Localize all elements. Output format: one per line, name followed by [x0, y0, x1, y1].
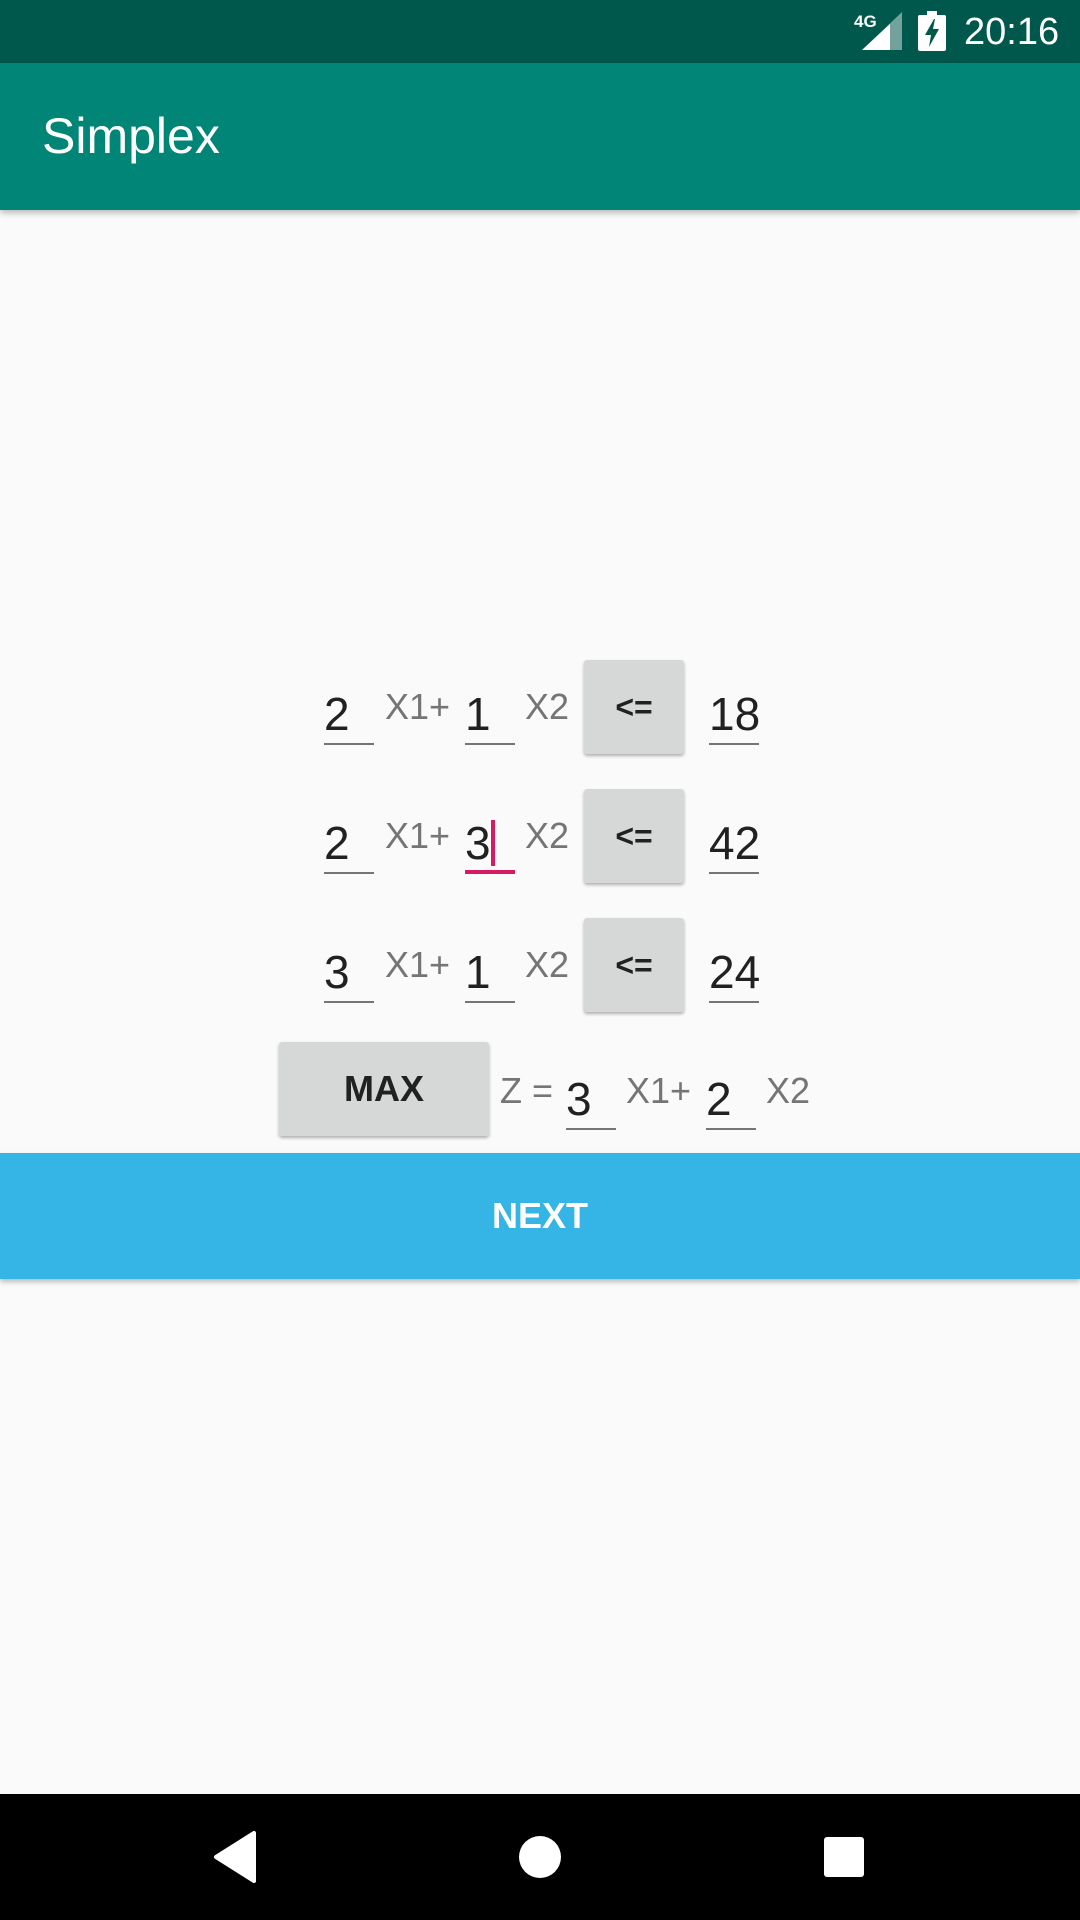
- status-bar: 4G 20:16: [0, 0, 1080, 63]
- objective-z-label: Z =: [500, 1070, 554, 1111]
- navigation-bar: [0, 1794, 1080, 1920]
- objective-coef-x2-input[interactable]: 2: [706, 1068, 756, 1130]
- constraint-1-coef-x1-input[interactable]: 2: [324, 683, 374, 745]
- constraint-3-operator-button[interactable]: <=: [584, 918, 684, 1012]
- text-cursor: [491, 820, 495, 866]
- constraint-2-coef-x1-value: 2: [324, 817, 350, 869]
- constraint-3-coef-x2-input[interactable]: 1: [465, 941, 515, 1003]
- next-button[interactable]: NEXT: [0, 1153, 1080, 1279]
- signal-icon: [862, 12, 902, 50]
- constraint-3-x1-label: X1+: [385, 944, 451, 985]
- constraint-1-coef-x1-value: 2: [324, 688, 350, 740]
- status-time: 20:16: [964, 11, 1060, 53]
- objective-coef-x2-value: 2: [706, 1073, 732, 1125]
- constraint-2-x2-label: X2: [525, 815, 570, 856]
- app-title: Simplex: [42, 108, 220, 164]
- constraint-3-x2-label: X2: [525, 944, 570, 985]
- constraint-3-coef-x1-value: 3: [324, 946, 350, 998]
- constraint-1-rhs-input[interactable]: 18: [709, 683, 761, 745]
- constraint-1-x1-label: X1+: [385, 686, 451, 727]
- constraint-1-operator-button[interactable]: <=: [584, 660, 684, 754]
- objective-x1-label: X1+: [626, 1070, 692, 1111]
- constraint-3-coef-x2-value: 1: [465, 946, 491, 998]
- constraint-3-rhs-input[interactable]: 24: [709, 941, 761, 1003]
- constraint-2-coef-x1-input[interactable]: 2: [324, 812, 374, 874]
- constraint-2-operator-button[interactable]: <=: [584, 789, 684, 883]
- constraint-2-x1-label: X1+: [385, 815, 451, 856]
- constraint-2-rhs-value: 42: [709, 817, 761, 869]
- constraint-1-rhs-value: 18: [709, 688, 761, 740]
- constraint-2-coef-x2-input[interactable]: 3: [465, 812, 515, 874]
- app-bar: Simplex: [0, 63, 1080, 210]
- recents-icon[interactable]: [814, 1827, 874, 1887]
- constraint-2-coef-x2-value: 3: [465, 817, 491, 869]
- objective-x2-label: X2: [766, 1070, 811, 1111]
- max-min-toggle-button[interactable]: MAX: [279, 1042, 489, 1136]
- objective-coef-x1-input[interactable]: 3: [566, 1068, 616, 1130]
- objective-coef-x1-value: 3: [566, 1073, 592, 1125]
- constraint-1-x2-label: X2: [525, 686, 570, 727]
- constraint-1-coef-x2-value: 1: [465, 688, 491, 740]
- constraint-2-rhs-input[interactable]: 42: [709, 812, 761, 874]
- back-icon[interactable]: [206, 1827, 266, 1887]
- constraint-3-rhs-value: 24: [709, 946, 761, 998]
- home-icon[interactable]: [510, 1827, 570, 1887]
- battery-charging-icon: [918, 11, 946, 51]
- constraint-3-coef-x1-input[interactable]: 3: [324, 941, 374, 1003]
- constraint-1-coef-x2-input[interactable]: 1: [465, 683, 515, 745]
